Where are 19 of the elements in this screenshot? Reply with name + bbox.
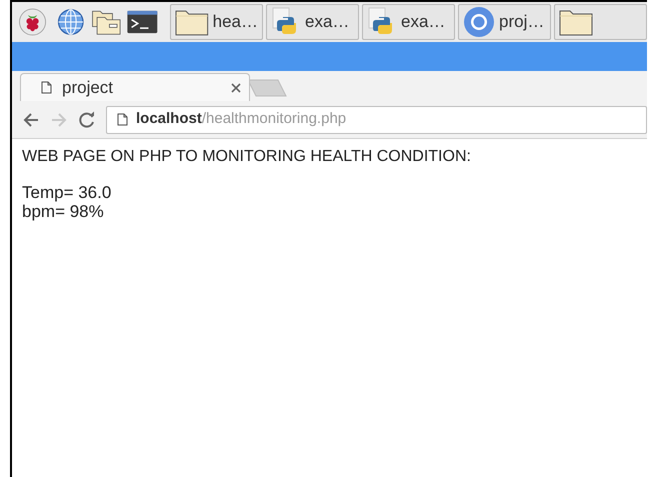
address-bar[interactable]: localhost/healthmonitoring.php xyxy=(106,106,647,134)
task-button[interactable]: exa… xyxy=(266,4,359,40)
browser-tab[interactable]: project xyxy=(20,73,250,101)
reading-text: Temp= 36.0 xyxy=(22,183,112,202)
page-icon xyxy=(41,81,52,94)
task-button[interactable]: hea… xyxy=(170,4,263,40)
browser-icon xyxy=(463,6,495,38)
folder-icon xyxy=(559,8,593,36)
task-button[interactable]: proj… xyxy=(458,4,551,40)
reading-text: bpm= 98% xyxy=(22,202,105,221)
url-text: localhost/healthmonitoring.php xyxy=(136,109,346,130)
task-button[interactable] xyxy=(554,4,647,40)
close-icon[interactable] xyxy=(231,82,241,92)
back-icon[interactable] xyxy=(22,110,40,128)
folder-icon xyxy=(175,8,209,36)
reload-icon[interactable] xyxy=(78,110,96,128)
page-heading: WEB PAGE ON PHP TO MONITORING HEALTH CONDITION: xyxy=(22,147,472,167)
task-button[interactable]: exa… xyxy=(362,4,455,40)
page-icon xyxy=(117,113,128,126)
